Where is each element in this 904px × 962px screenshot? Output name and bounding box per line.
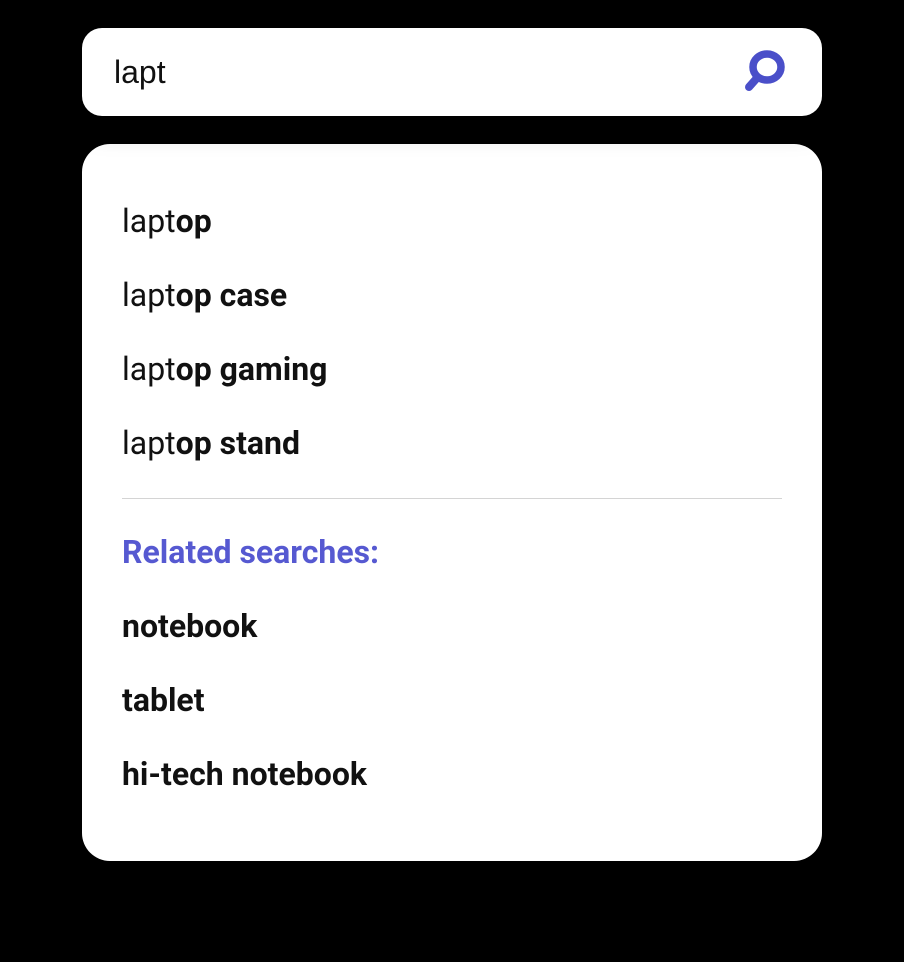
suggestion-completion: op stand <box>176 424 300 462</box>
related-search-item[interactable]: tablet <box>122 663 782 737</box>
related-searches-header: Related searches: <box>122 523 782 589</box>
suggestion-item[interactable]: laptop <box>122 184 782 258</box>
suggestion-item[interactable]: laptop case <box>122 258 782 332</box>
suggestion-completion: op gaming <box>176 350 328 388</box>
suggestion-prefix: lapt <box>122 202 176 240</box>
suggestion-prefix: lapt <box>122 424 176 462</box>
autocomplete-dropdown: laptop laptop case laptop gaming laptop … <box>82 144 822 861</box>
search-icon <box>742 47 790 98</box>
related-search-item[interactable]: hi-tech notebook <box>122 737 782 811</box>
suggestion-prefix: lapt <box>122 276 176 314</box>
related-search-item[interactable]: notebook <box>122 589 782 663</box>
divider <box>122 498 782 499</box>
suggestion-item[interactable]: laptop gaming <box>122 332 782 406</box>
suggestion-item[interactable]: laptop stand <box>122 406 782 480</box>
search-input[interactable] <box>114 54 742 91</box>
search-button[interactable] <box>742 47 790 98</box>
search-bar <box>82 28 822 116</box>
suggestion-prefix: lapt <box>122 350 176 388</box>
suggestion-completion: op case <box>176 276 288 314</box>
suggestion-completion: op <box>176 202 212 240</box>
